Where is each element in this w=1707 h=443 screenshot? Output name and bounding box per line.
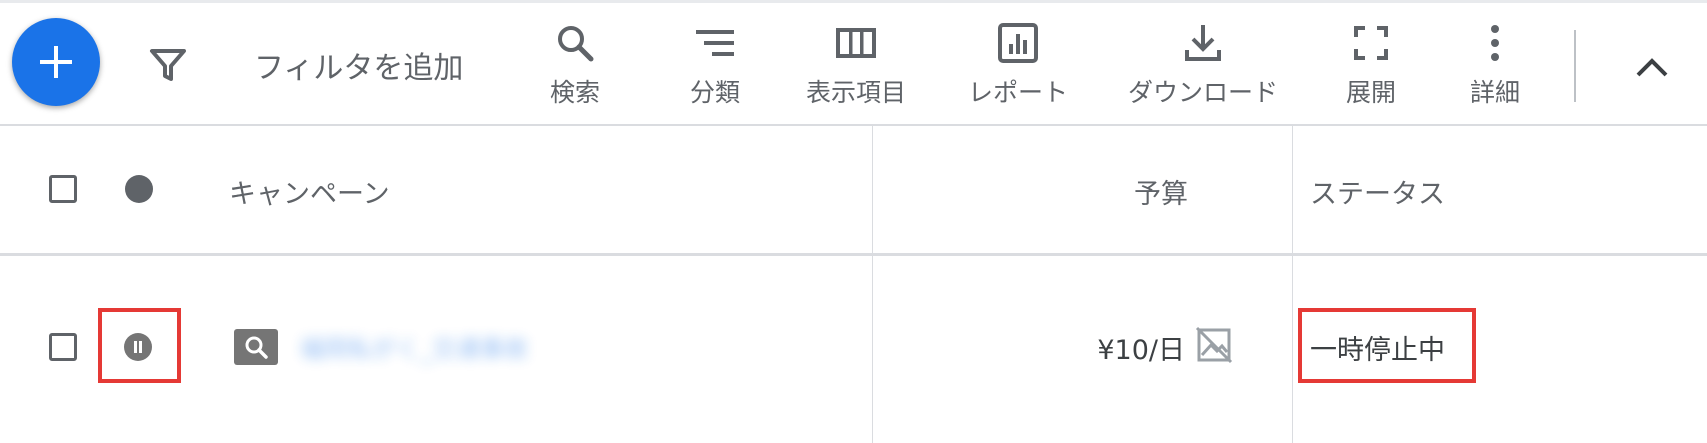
download-tool-button[interactable]: ダウンロード [1120,21,1286,111]
campaign-column-header[interactable]: キャンペーン [229,172,390,211]
table-header: キャンペーン 予算 ステータス [0,126,1707,256]
campaigns-view: フィルタを追加 検索 分類 表示項目 レポート ダウンロード 展開 詳細 キャン… [0,0,1707,443]
toolbar-divider [1574,30,1576,102]
magnifier-icon [245,336,268,359]
campaign-name-link[interactable]: 福岡私がく_交通事故 [300,329,528,364]
filter-icon[interactable] [148,45,188,85]
budget-column-header[interactable]: 予算 [1134,172,1188,211]
search-icon [558,26,594,62]
status-dot-icon [125,175,153,203]
fullscreen-icon [1354,26,1388,60]
select-all-checkbox[interactable] [49,175,77,203]
image-off-icon[interactable] [1194,325,1234,365]
expand-tool-button[interactable]: 展開 [1336,21,1406,111]
more-vert-icon [1491,25,1499,61]
budget-value: ¥10/日 [1097,335,1185,366]
status-column-header[interactable]: ステータス [1310,172,1445,211]
create-button[interactable] [12,18,100,106]
columns-tool-label: 表示項目 [805,78,906,107]
more-tool-button[interactable]: 詳細 [1460,21,1530,111]
plus-icon [40,46,72,78]
table-row: 福岡私がく_交通事故 ¥10/日 一時停止中 [0,256,1707,443]
reports-icon [998,23,1038,63]
status-value: 一時停止中 [1310,335,1445,366]
segment-icon [696,30,734,56]
add-filter-label[interactable]: フィルタを追加 [254,43,463,87]
more-tool-label: 詳細 [1469,78,1520,107]
toolbar: フィルタを追加 検索 分類 表示項目 レポート ダウンロード 展開 詳細 [0,3,1707,126]
expand-tool-label: 展開 [1345,78,1396,107]
download-tool-label: ダウンロード [1127,78,1278,107]
columns-icon [836,28,876,58]
search-campaign-icon [234,329,278,365]
pause-icon[interactable] [124,333,152,361]
reports-tool-label: レポート [967,78,1068,107]
segment-tool-button[interactable]: 分類 [680,21,750,111]
search-tool-button[interactable]: 検索 [540,21,610,111]
reports-tool-button[interactable]: レポート [962,21,1074,111]
download-icon [1185,25,1221,61]
chevron-up-icon[interactable] [1630,47,1674,87]
row-checkbox[interactable] [49,333,77,361]
segment-tool-label: 分類 [689,78,740,107]
search-tool-label: 検索 [549,78,600,107]
columns-tool-button[interactable]: 表示項目 [800,21,912,111]
